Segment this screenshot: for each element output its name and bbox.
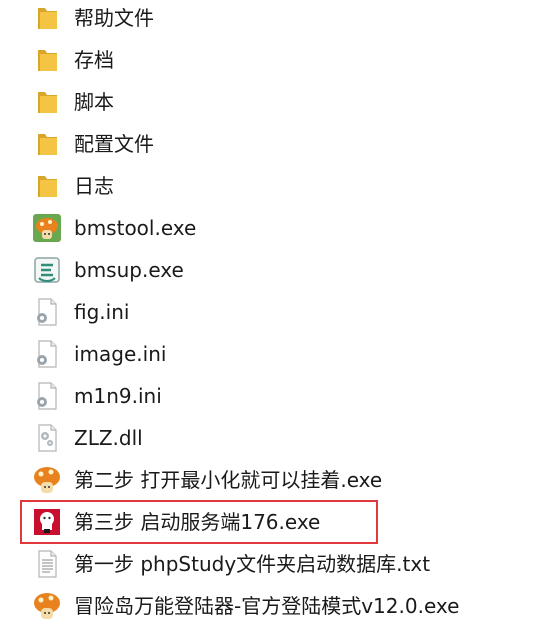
- file-row-config-folder[interactable]: 配置文件: [0, 123, 533, 165]
- file-name: bmsup.exe: [74, 258, 184, 282]
- settings-file-icon: [31, 380, 63, 412]
- updater-app-icon: [31, 254, 63, 286]
- file-name: 第三步 启动服务端176.exe: [74, 510, 321, 534]
- file-name: image.ini: [74, 342, 167, 366]
- file-name: ZLZ.dll: [74, 426, 143, 450]
- dll-file-icon: [31, 422, 63, 454]
- file-name: 第一步 phpStudy文件夹启动数据库.txt: [74, 552, 431, 576]
- folder-icon: [31, 128, 63, 160]
- file-name: bmstool.exe: [74, 216, 197, 240]
- file-name: 脚本: [74, 90, 114, 114]
- file-name: 冒险岛万能登陆器-官方登陆模式v12.0.exe: [74, 594, 460, 618]
- file-row-step2-exe[interactable]: 第二步 打开最小化就可以挂着.exe: [0, 459, 533, 501]
- folder-icon: [31, 44, 63, 76]
- file-row-save-folder[interactable]: 存档: [0, 39, 533, 81]
- file-row-login-exe[interactable]: 冒险岛万能登陆器-官方登陆模式v12.0.exe: [0, 585, 533, 627]
- file-row-bmsup[interactable]: bmsup.exe: [0, 249, 533, 291]
- text-file-icon: [31, 548, 63, 580]
- file-name: 日志: [74, 174, 114, 198]
- file-row-step1-txt[interactable]: 第一步 phpStudy文件夹启动数据库.txt: [0, 543, 533, 585]
- file-row-script-folder[interactable]: 脚本: [0, 81, 533, 123]
- folder-icon: [31, 86, 63, 118]
- file-list: 帮助文件 存档 脚本 配置文件 日志 bmstool.exe bmsup.exe…: [0, 0, 533, 624]
- file-name: 帮助文件: [74, 6, 154, 30]
- mushroom-app-icon: [31, 590, 63, 622]
- file-row-bmstool[interactable]: bmstool.exe: [0, 207, 533, 249]
- file-row-log-folder[interactable]: 日志: [0, 165, 533, 207]
- file-name: 第二步 打开最小化就可以挂着.exe: [74, 468, 383, 492]
- folder-icon: [31, 2, 63, 34]
- mushroom-app-icon: [31, 464, 63, 496]
- file-name: m1n9.ini: [74, 384, 162, 408]
- file-name: fig.ini: [74, 300, 130, 324]
- file-name: 存档: [74, 48, 114, 72]
- file-name: 配置文件: [74, 132, 154, 156]
- kfc-app-icon: [31, 506, 63, 538]
- file-row-zlz-dll[interactable]: ZLZ.dll: [0, 417, 533, 459]
- file-row-help-folder[interactable]: 帮助文件: [0, 0, 533, 39]
- settings-file-icon: [31, 338, 63, 370]
- file-row-m1n9-ini[interactable]: m1n9.ini: [0, 375, 533, 417]
- file-row-fig-ini[interactable]: fig.ini: [0, 291, 533, 333]
- mushroom-app-icon: [31, 212, 63, 244]
- settings-file-icon: [31, 296, 63, 328]
- file-row-step3-exe-highlighted[interactable]: 第三步 启动服务端176.exe: [20, 500, 378, 544]
- folder-icon: [31, 170, 63, 202]
- file-row-image-ini[interactable]: image.ini: [0, 333, 533, 375]
